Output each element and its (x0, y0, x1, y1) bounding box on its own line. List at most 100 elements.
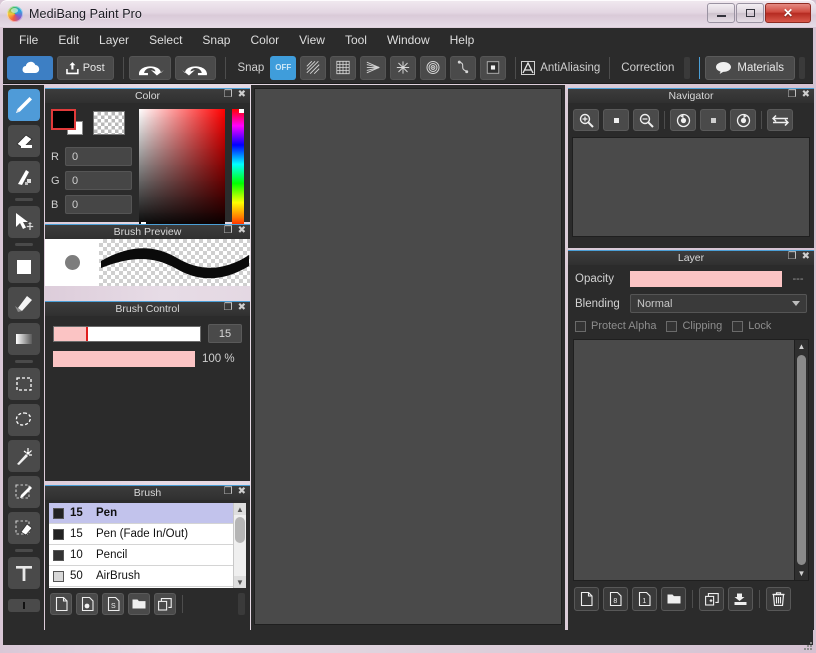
menu-item-tool[interactable]: Tool (335, 30, 377, 50)
brush-panel-close-icon[interactable]: ✖ (238, 487, 246, 497)
canvas-area[interactable] (251, 85, 565, 630)
select-pen-tool[interactable] (8, 476, 40, 508)
layer-opacity-slider[interactable] (630, 271, 782, 287)
saturation-value-picker[interactable] (139, 109, 225, 229)
curve-snap-icon[interactable] (450, 56, 476, 80)
antialiasing-control[interactable]: AntiAliasing (521, 61, 600, 75)
gradient-tool[interactable] (8, 323, 40, 355)
add-1bit-layer-button[interactable]: 1 (632, 587, 657, 611)
menu-item-window[interactable]: Window (377, 30, 440, 50)
post-button[interactable]: Post (57, 56, 114, 80)
brush-panel-float-icon[interactable]: ❐ (224, 487, 233, 497)
tool-strip-handle[interactable] (8, 599, 40, 612)
rotate-left-button[interactable] (670, 109, 696, 131)
brush-size-value[interactable]: 15 (208, 324, 242, 343)
scroll-down-icon[interactable]: ▼ (795, 567, 808, 580)
grid-snap-icon[interactable] (330, 56, 356, 80)
duplicate-brush-button[interactable] (76, 593, 98, 615)
foreground-background-swatch[interactable] (51, 109, 87, 139)
foreground-color-swatch[interactable] (51, 109, 76, 130)
fill-tool[interactable] (8, 161, 40, 193)
lasso-select-tool[interactable] (8, 404, 40, 436)
copy-brush-button[interactable] (154, 593, 176, 615)
clipping-checkbox[interactable]: Clipping (666, 320, 722, 332)
add-layer-folder-button[interactable] (661, 587, 686, 611)
menu-item-edit[interactable]: Edit (48, 30, 89, 50)
text-tool[interactable] (8, 557, 40, 589)
concentric-circle-snap-icon[interactable] (420, 56, 446, 80)
scrollbar-thumb[interactable] (797, 355, 806, 565)
add-8bit-layer-button[interactable]: 8 (603, 587, 628, 611)
menu-item-snap[interactable]: Snap (192, 30, 240, 50)
move-tool[interactable] (8, 206, 40, 238)
canvas-workspace[interactable] (254, 88, 562, 625)
add-layer-button[interactable] (574, 587, 599, 611)
brush-panel-grip[interactable] (238, 593, 245, 615)
menu-item-file[interactable]: File (9, 30, 48, 50)
menu-item-view[interactable]: View (289, 30, 335, 50)
delete-layer-button[interactable] (766, 587, 791, 611)
converging-line-snap-icon[interactable] (360, 56, 386, 80)
transparent-color-swatch[interactable] (93, 111, 125, 135)
toolbar-grip-left[interactable] (684, 57, 690, 79)
scrollbar-thumb[interactable] (235, 517, 245, 543)
layer-list[interactable]: ▲ ▼ (573, 339, 809, 581)
brush-size-slider[interactable] (53, 326, 201, 342)
scroll-up-icon[interactable]: ▲ (795, 340, 808, 353)
window-resize-grip[interactable] (802, 640, 814, 652)
protect-alpha-checkbox[interactable]: Protect Alpha (575, 320, 656, 332)
minimize-button[interactable] (707, 3, 735, 23)
correction-label[interactable]: Correction (621, 62, 674, 74)
navigator-thumbnail-view[interactable] (572, 137, 810, 237)
brush-list-scrollbar[interactable]: ▲ ▼ (233, 503, 246, 588)
add-brush-button[interactable] (50, 593, 72, 615)
undo-button[interactable] (129, 56, 171, 80)
brush-opacity-slider[interactable] (53, 351, 195, 367)
flip-horizontal-button[interactable] (767, 109, 793, 131)
layer-float-icon[interactable]: ❐ (788, 252, 797, 262)
open-brush-folder-button[interactable] (128, 593, 150, 615)
red-channel-input[interactable]: 0 (65, 147, 132, 166)
scroll-up-icon[interactable]: ▲ (234, 503, 246, 515)
zoom-reset-button[interactable] (603, 109, 629, 131)
hue-slider[interactable] (232, 109, 244, 229)
radial-snap-icon[interactable] (390, 56, 416, 80)
list-item[interactable]: 15 Pen (Fade In/Out) (49, 524, 233, 545)
brush-control-float-icon[interactable]: ❐ (224, 303, 233, 313)
layer-list-scrollbar[interactable]: ▲ ▼ (794, 340, 808, 580)
green-channel-input[interactable]: 0 (65, 171, 132, 190)
magic-wand-tool[interactable] (8, 440, 40, 472)
snap-off-button[interactable]: OFF (270, 56, 296, 80)
merge-layer-button[interactable] (728, 587, 753, 611)
layer-list-items[interactable] (574, 340, 794, 580)
rotate-right-button[interactable] (730, 109, 756, 131)
select-eraser-tool[interactable] (8, 512, 40, 544)
list-item[interactable]: 10 Pencil (49, 545, 233, 566)
gradient-paint-tool[interactable] (8, 287, 40, 319)
scroll-down-icon[interactable]: ▼ (234, 576, 246, 588)
menu-item-help[interactable]: Help (440, 30, 485, 50)
list-item[interactable]: 15 Pen (49, 503, 233, 524)
menu-item-layer[interactable]: Layer (89, 30, 139, 50)
layer-close-icon[interactable]: ✖ (802, 252, 810, 262)
blue-channel-input[interactable]: 0 (65, 195, 132, 214)
close-button[interactable]: ✕ (765, 3, 811, 23)
brush-control-close-icon[interactable]: ✖ (238, 303, 246, 313)
brush-preview-float-icon[interactable]: ❐ (224, 226, 233, 236)
rotate-reset-button[interactable] (700, 109, 726, 131)
eraser-tool[interactable] (8, 125, 40, 157)
cloud-button[interactable] (7, 56, 53, 80)
navigator-close-icon[interactable]: ✖ (802, 90, 810, 100)
rect-select-tool[interactable] (8, 368, 40, 400)
parallel-line-snap-icon[interactable] (300, 56, 326, 80)
script-brush-button[interactable]: S (102, 593, 124, 615)
menu-item-color[interactable]: Color (240, 30, 289, 50)
zoom-in-button[interactable] (573, 109, 599, 131)
brush-preview-close-icon[interactable]: ✖ (238, 226, 246, 236)
color-panel-float-icon[interactable]: ❐ (224, 90, 233, 100)
color-panel-close-icon[interactable]: ✖ (238, 90, 246, 100)
toolbar-grip-right[interactable] (799, 57, 805, 79)
brush-tool[interactable] (8, 89, 40, 121)
navigator-float-icon[interactable]: ❐ (788, 90, 797, 100)
maximize-button[interactable] (736, 3, 764, 23)
